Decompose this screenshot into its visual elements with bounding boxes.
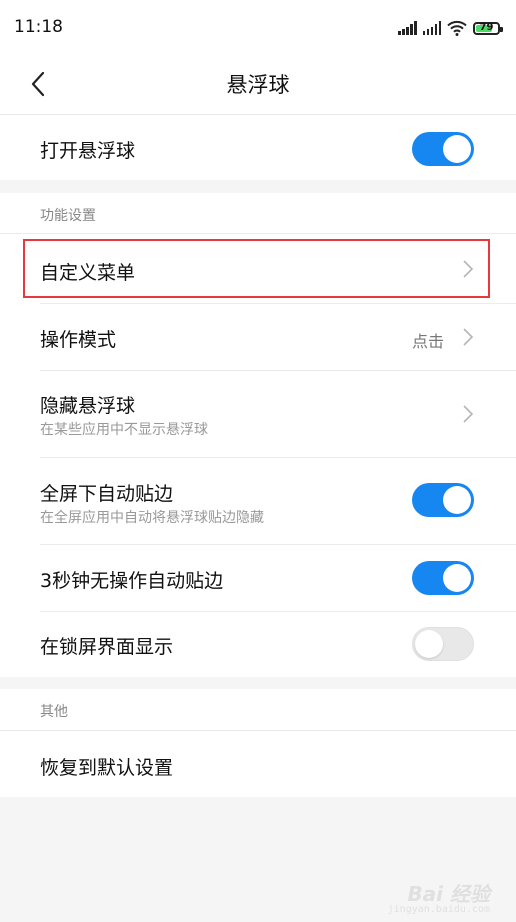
restore-defaults-label: 恢复到默认设置 bbox=[40, 757, 174, 779]
function-section-label: 功能设置 bbox=[40, 208, 96, 224]
show-on-lockscreen-toggle[interactable] bbox=[412, 627, 474, 661]
toggle-knob bbox=[443, 135, 471, 163]
battery-level: 79 bbox=[479, 21, 494, 33]
highlight-box bbox=[23, 239, 490, 298]
watermark-url: jingyan.baidu.com bbox=[387, 904, 490, 915]
show-on-lockscreen-row: 在锁屏界面显示 bbox=[0, 612, 516, 677]
operation-mode-value: 点击 bbox=[411, 332, 444, 351]
operation-mode-label: 操作模式 bbox=[40, 329, 117, 351]
status-icons: 79 bbox=[398, 18, 503, 38]
fullscreen-auto-edge-subtitle: 在全屏应用中自动将悬浮球贴边隐藏 bbox=[40, 510, 264, 526]
idle-auto-edge-toggle[interactable] bbox=[412, 561, 474, 595]
toggle-knob bbox=[443, 564, 471, 592]
toggle-knob bbox=[415, 630, 443, 658]
chevron-right-icon bbox=[463, 405, 474, 423]
battery-icon: 79 bbox=[473, 21, 503, 35]
status-time: 11:18 bbox=[14, 17, 63, 37]
hide-floating-ball-row[interactable]: 隐藏悬浮球 在某些应用中不显示悬浮球 bbox=[0, 371, 516, 457]
watermark-brand: Bai 经验 bbox=[407, 882, 490, 906]
chevron-right-icon bbox=[463, 328, 474, 346]
restore-defaults-row[interactable]: 恢复到默认设置 bbox=[0, 731, 516, 797]
settings-screen: 11:18 79 悬浮球 打开悬浮球 功能设置 自定义菜单 操作模式 点击 隐藏… bbox=[0, 0, 516, 922]
idle-auto-edge-label: 3秒钟无操作自动贴边 bbox=[40, 570, 224, 592]
other-section-label: 其他 bbox=[40, 704, 68, 720]
wifi-icon bbox=[447, 20, 467, 36]
floating-ball-card: 打开悬浮球 bbox=[0, 114, 516, 180]
fullscreen-auto-edge-row: 全屏下自动贴边 在全屏应用中自动将悬浮球贴边隐藏 bbox=[0, 458, 516, 544]
open-floating-ball-row[interactable]: 打开悬浮球 bbox=[0, 114, 516, 180]
signal-icon bbox=[398, 21, 417, 35]
baidu-jingyan-watermark: Bai 经验 jingyan.baidu.com bbox=[388, 878, 490, 915]
open-floating-ball-toggle[interactable] bbox=[412, 132, 474, 166]
operation-mode-row[interactable]: 操作模式 点击 bbox=[0, 304, 516, 370]
idle-auto-edge-row: 3秒钟无操作自动贴边 bbox=[0, 545, 516, 611]
page-title: 悬浮球 bbox=[226, 73, 290, 97]
hide-floating-ball-label: 隐藏悬浮球 bbox=[40, 395, 136, 417]
fullscreen-auto-edge-toggle[interactable] bbox=[412, 483, 474, 517]
show-on-lockscreen-label: 在锁屏界面显示 bbox=[40, 636, 174, 658]
battery-cap bbox=[500, 26, 503, 32]
signal-icon bbox=[422, 21, 441, 35]
status-bar: 11:18 79 bbox=[0, 0, 516, 54]
open-floating-ball-label: 打开悬浮球 bbox=[40, 140, 136, 162]
header: 悬浮球 bbox=[0, 54, 516, 114]
fullscreen-auto-edge-label: 全屏下自动贴边 bbox=[40, 483, 174, 505]
toggle-knob bbox=[443, 486, 471, 514]
other-settings-card: 其他 恢复到默认设置 bbox=[0, 689, 516, 797]
hide-floating-ball-subtitle: 在某些应用中不显示悬浮球 bbox=[40, 422, 208, 438]
